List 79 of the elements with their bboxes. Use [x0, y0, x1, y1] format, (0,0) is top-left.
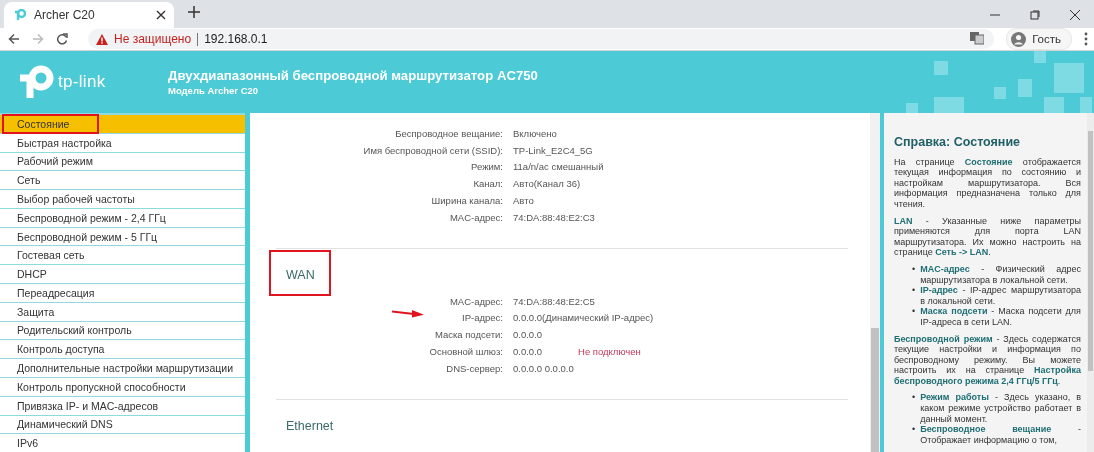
close-icon[interactable]	[1070, 10, 1080, 20]
browser-tab[interactable]: Archer C20	[4, 2, 174, 28]
field-label: IP-адрес:	[462, 312, 503, 324]
help-title: Справка: Состояние	[894, 137, 1022, 148]
scrollbar[interactable]	[870, 113, 880, 452]
menu-item[interactable]: Контроль доступа	[0, 340, 245, 359]
new-tab-icon[interactable]	[188, 6, 200, 18]
field-value: 0.0.0.0(Динамический IP-адрес)	[513, 312, 654, 324]
help-paragraph: LAN - Указанные ниже параметры применяются для порта LAN маршрутизатора. Их можно настроить на странице Сеть -> LAN.	[894, 215, 1081, 258]
reload-icon[interactable]	[56, 33, 68, 45]
logo-text: tp-link	[58, 72, 106, 92]
avatar-icon	[1011, 31, 1027, 47]
field-label: Канал:	[473, 178, 503, 190]
menu-item[interactable]: Состояние	[0, 115, 245, 133]
field-label: Основной шлюз:	[429, 346, 503, 358]
model-name: Модель Archer C20	[168, 85, 260, 96]
menu-item[interactable]: Выбор рабочей частоты	[0, 190, 245, 208]
menu-item[interactable]: Дополнительные настройки маршрутизации	[0, 359, 245, 377]
help-list-item: Беспроводное вещание - Отображает информацию о том,	[920, 424, 1081, 446]
field-label: Ширина канала:	[431, 195, 503, 207]
tp-link-favicon-icon	[14, 9, 26, 21]
menu-item[interactable]: DHCP	[0, 265, 245, 284]
logo-mark-icon	[18, 65, 54, 99]
page-title: Двухдиапазонный беспроводной маршрутизатор AC750	[168, 68, 538, 83]
bullet: •	[912, 285, 916, 298]
profile-button[interactable]: Гость	[1006, 28, 1072, 50]
field-label: Имя беспроводной сети (SSID):	[363, 144, 503, 156]
maximize-icon[interactable]	[1030, 10, 1040, 20]
field-value: 11a/n/ac смешанный	[513, 161, 604, 173]
field-label: Беспроводное вещание:	[395, 127, 503, 139]
warning-icon	[96, 33, 108, 45]
menu-icon[interactable]	[1084, 32, 1088, 46]
bullet: •	[912, 424, 916, 437]
field-value: Авто	[513, 195, 534, 207]
security-warning: Не защищено	[114, 32, 192, 46]
field-value: 0.0.0.0 0.0.0.0	[513, 362, 574, 374]
menu-item[interactable]: Сеть	[0, 171, 245, 190]
field-label: Режим:	[471, 161, 503, 173]
help-list-item: IP-адрес - IP-адрес маршрутизатора в локальной сети.	[920, 285, 1081, 307]
help-paragraph: На странице Состояние отображается текущая информация по состоянию и настройкам маршрутизатора. Вся информация предназначена только для чтения.	[894, 156, 1081, 210]
field-value: 0.0.0.0	[513, 346, 543, 358]
field-label: MAC-адрес:	[449, 211, 503, 223]
field-value: Авто(Канал 36)	[513, 178, 581, 190]
bullet: •	[912, 306, 916, 319]
close-icon[interactable]	[156, 10, 166, 20]
bullet: •	[912, 263, 916, 276]
section-title: WAN	[286, 267, 315, 282]
section-title: Ethernet	[286, 418, 334, 433]
field-value: 74:DA:88:48:E2:C5	[513, 295, 595, 307]
url-text: 192.168.0.1	[204, 32, 268, 46]
menu-item[interactable]: Гостевая сеть	[0, 246, 245, 265]
field-label: Маска подсети:	[434, 329, 503, 341]
field-label: MAC-адрес:	[449, 295, 503, 307]
help-list-item: MAC-адрес - Физический адрес маршрутизатора в локальной сети.	[920, 263, 1081, 286]
help-list-item: Маска подсети - Маска подсети для IP-адреса в сети LAN.	[920, 306, 1081, 328]
menu-item[interactable]: Защита	[0, 302, 245, 321]
field-label: DNS-сервер:	[446, 362, 503, 374]
menu-item[interactable]: Беспроводной режим - 5 ГГц	[0, 227, 245, 246]
bullet: •	[912, 392, 916, 405]
field-value: Включено	[513, 127, 557, 139]
menu-item[interactable]: Быстрая настройка	[0, 133, 245, 152]
menu-item[interactable]: Привязка IP- и MAC-адресов	[0, 396, 245, 415]
back-icon[interactable]	[8, 33, 20, 45]
menu-item[interactable]: Родительский контроль	[0, 321, 245, 340]
scrollbar[interactable]	[1087, 113, 1094, 452]
menu-item[interactable]: Рабочий режим	[0, 152, 245, 171]
menu-item[interactable]: Контроль пропускной способности	[0, 377, 245, 396]
menu-item[interactable]: Динамический DNS	[0, 415, 245, 434]
field-value: TP-Link_E2C4_5G	[513, 144, 593, 156]
help-list-item: Режим работы - Здесь указано, в каком режиме устройство работает в данный момент.	[920, 392, 1081, 425]
field-value: 74:DA:88:48:E2:C3	[513, 211, 595, 223]
field-value: 0.0.0.0	[513, 329, 543, 341]
menu-item[interactable]: IPv6	[0, 434, 245, 452]
translate-icon[interactable]	[970, 30, 985, 45]
address-bar[interactable]: Не защищено 192.168.0.1	[88, 29, 995, 49]
menu-item[interactable]: Переадресация	[0, 284, 245, 302]
help-paragraph: Беспроводной режим - Здесь содержатся текущие настройки и информация по беспроводному режиму. Вы можете настроить их на странице Настройка беспроводного режима 2,4 ГГц/5 ГГц.	[894, 333, 1081, 387]
status-text: Не подключен	[578, 346, 641, 358]
menu-item[interactable]: Беспроводной режим - 2,4 ГГц	[0, 208, 245, 227]
